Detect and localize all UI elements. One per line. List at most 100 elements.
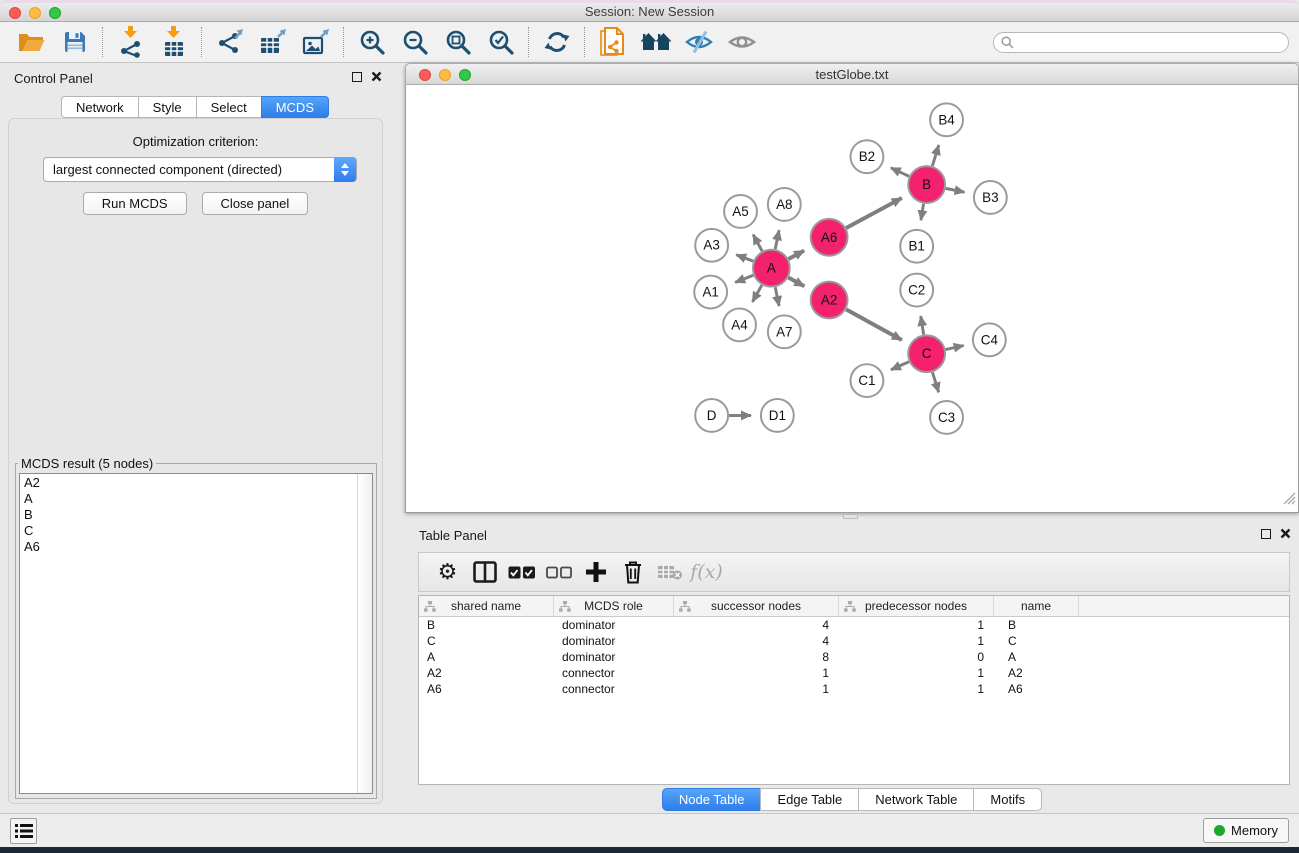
graph-node-B4[interactable]: B4 [930,103,963,136]
graph-node-A4[interactable]: A4 [723,308,756,341]
memory-button[interactable]: Memory [1203,818,1289,843]
float-panel-icon[interactable] [352,72,362,82]
zoom-network-button[interactable] [459,69,471,81]
table-row[interactable]: Cdominator41C [419,633,1289,649]
close-panel-icon[interactable] [371,71,382,82]
tab-node-table[interactable]: Node Table [662,788,762,811]
home-button[interactable] [634,23,677,61]
graph-node-A7[interactable]: A7 [768,315,801,348]
list-item[interactable]: A2 [20,475,356,491]
list-item[interactable]: B [20,507,356,523]
column-header-MCDS-role[interactable]: MCDS role [554,596,674,616]
delete-column-button[interactable] [614,554,651,590]
task-history-button[interactable] [10,818,37,844]
graph-edge-B-B1[interactable] [921,204,924,221]
graph-node-A1[interactable]: A1 [694,276,727,309]
minimize-window-button[interactable] [29,7,41,19]
graph-node-A5[interactable]: A5 [724,195,757,228]
resize-grip[interactable] [1283,492,1296,510]
deselect-all-columns-button[interactable] [540,554,577,590]
table-row[interactable]: A6connector11A6 [419,681,1289,697]
graph-node-A8[interactable]: A8 [768,188,801,221]
search-input[interactable] [993,32,1289,53]
tab-network-table[interactable]: Network Table [858,788,974,811]
zoom-fit-button[interactable] [436,23,479,61]
list-item[interactable]: A [20,491,356,507]
criterion-dropdown[interactable]: largest connected component (directed) [43,157,357,182]
graph-edge-C-C1[interactable] [891,362,909,370]
create-column-button[interactable] [577,554,614,590]
zoom-in-button[interactable] [350,23,393,61]
minimize-network-button[interactable] [439,69,451,81]
tab-edge-table[interactable]: Edge Table [760,788,859,811]
close-table-panel-icon[interactable] [1280,528,1291,539]
graph-edge-A-A4[interactable] [752,285,761,302]
graph-edge-A-A2[interactable] [788,278,804,287]
float-table-panel-icon[interactable] [1261,529,1271,539]
close-network-button[interactable] [419,69,431,81]
zoom-selected-button[interactable] [479,23,522,61]
new-network-from-file-button[interactable] [591,23,634,61]
graph-node-B2[interactable]: B2 [851,140,884,173]
save-session-button[interactable] [53,23,96,61]
graph-node-C4[interactable]: C4 [973,323,1006,356]
graph-node-D[interactable]: D [695,399,728,432]
graph-edge-A6-B[interactable] [846,198,902,228]
graph-edge-C-C2[interactable] [921,316,924,334]
graph-edge-A-A1[interactable] [735,275,753,282]
tab-network[interactable]: Network [61,96,139,118]
graph-node-C3[interactable]: C3 [930,401,963,434]
import-table-button[interactable] [152,23,195,61]
graph-edge-A2-C[interactable] [846,309,902,340]
graph-edge-B-B2[interactable] [891,168,909,177]
export-image-button[interactable] [294,23,337,61]
table-row[interactable]: Bdominator41B [419,617,1289,633]
list-scrollbar[interactable] [357,474,372,793]
tab-select[interactable]: Select [196,96,262,118]
graph-node-B[interactable]: B [908,166,945,203]
table-row[interactable]: Adominator80A [419,649,1289,665]
tab-motifs[interactable]: Motifs [973,788,1042,811]
column-header-name[interactable]: name [994,596,1079,616]
graph-node-A2[interactable]: A2 [811,282,848,319]
column-header-shared-name[interactable]: shared name [419,596,554,616]
graph-node-B3[interactable]: B3 [974,181,1007,214]
zoom-out-button[interactable] [393,23,436,61]
graph-edge-A-A5[interactable] [753,235,762,252]
run-mcds-button[interactable]: Run MCDS [83,192,187,215]
graph-edge-A-A7[interactable] [775,287,779,306]
graph-node-C1[interactable]: C1 [851,364,884,397]
open-session-button[interactable] [10,23,53,61]
graph-edge-C-C3[interactable] [932,372,938,392]
tab-style[interactable]: Style [138,96,197,118]
refresh-button[interactable] [535,23,578,61]
column-header-predecessor-nodes[interactable]: predecessor nodes [839,596,994,616]
graph-node-C2[interactable]: C2 [900,274,933,307]
network-window-titlebar[interactable]: testGlobe.txt [405,63,1299,85]
graph-edge-B-B3[interactable] [946,188,965,192]
graph-node-C[interactable]: C [908,335,945,372]
show-columns-button[interactable] [466,554,503,590]
close-window-button[interactable] [9,7,21,19]
hide-graphics-details-button[interactable] [677,23,720,61]
tab-mcds[interactable]: MCDS [261,96,329,118]
list-item[interactable]: A6 [20,539,356,555]
table-settings-button[interactable]: ⚙ [429,554,466,590]
network-canvas[interactable]: B4 B2 B B3 A5 A8 A6 B1 A3 A C2 A1 A2 A4 A7 C4 C C1 D D1 C3 [405,85,1299,513]
graph-edge-A-A8[interactable] [775,230,779,249]
table-row[interactable]: A2connector11A2 [419,665,1289,681]
graph-node-A6[interactable]: A6 [811,219,848,256]
graph-node-A3[interactable]: A3 [695,229,728,262]
graph-node-A[interactable]: A [753,250,790,287]
graph-edge-C-C4[interactable] [946,346,964,350]
graph-node-D1[interactable]: D1 [761,399,794,432]
import-network-button[interactable] [109,23,152,61]
select-all-columns-button[interactable] [503,554,540,590]
list-item[interactable]: C [20,523,356,539]
close-panel-button[interactable]: Close panel [202,192,309,215]
graph-edge-A-A3[interactable] [736,255,753,262]
export-table-button[interactable] [251,23,294,61]
graph-node-B1[interactable]: B1 [900,230,933,263]
graph-edge-B-B4[interactable] [932,145,938,166]
horizontal-splitter-handle[interactable] [843,514,858,519]
